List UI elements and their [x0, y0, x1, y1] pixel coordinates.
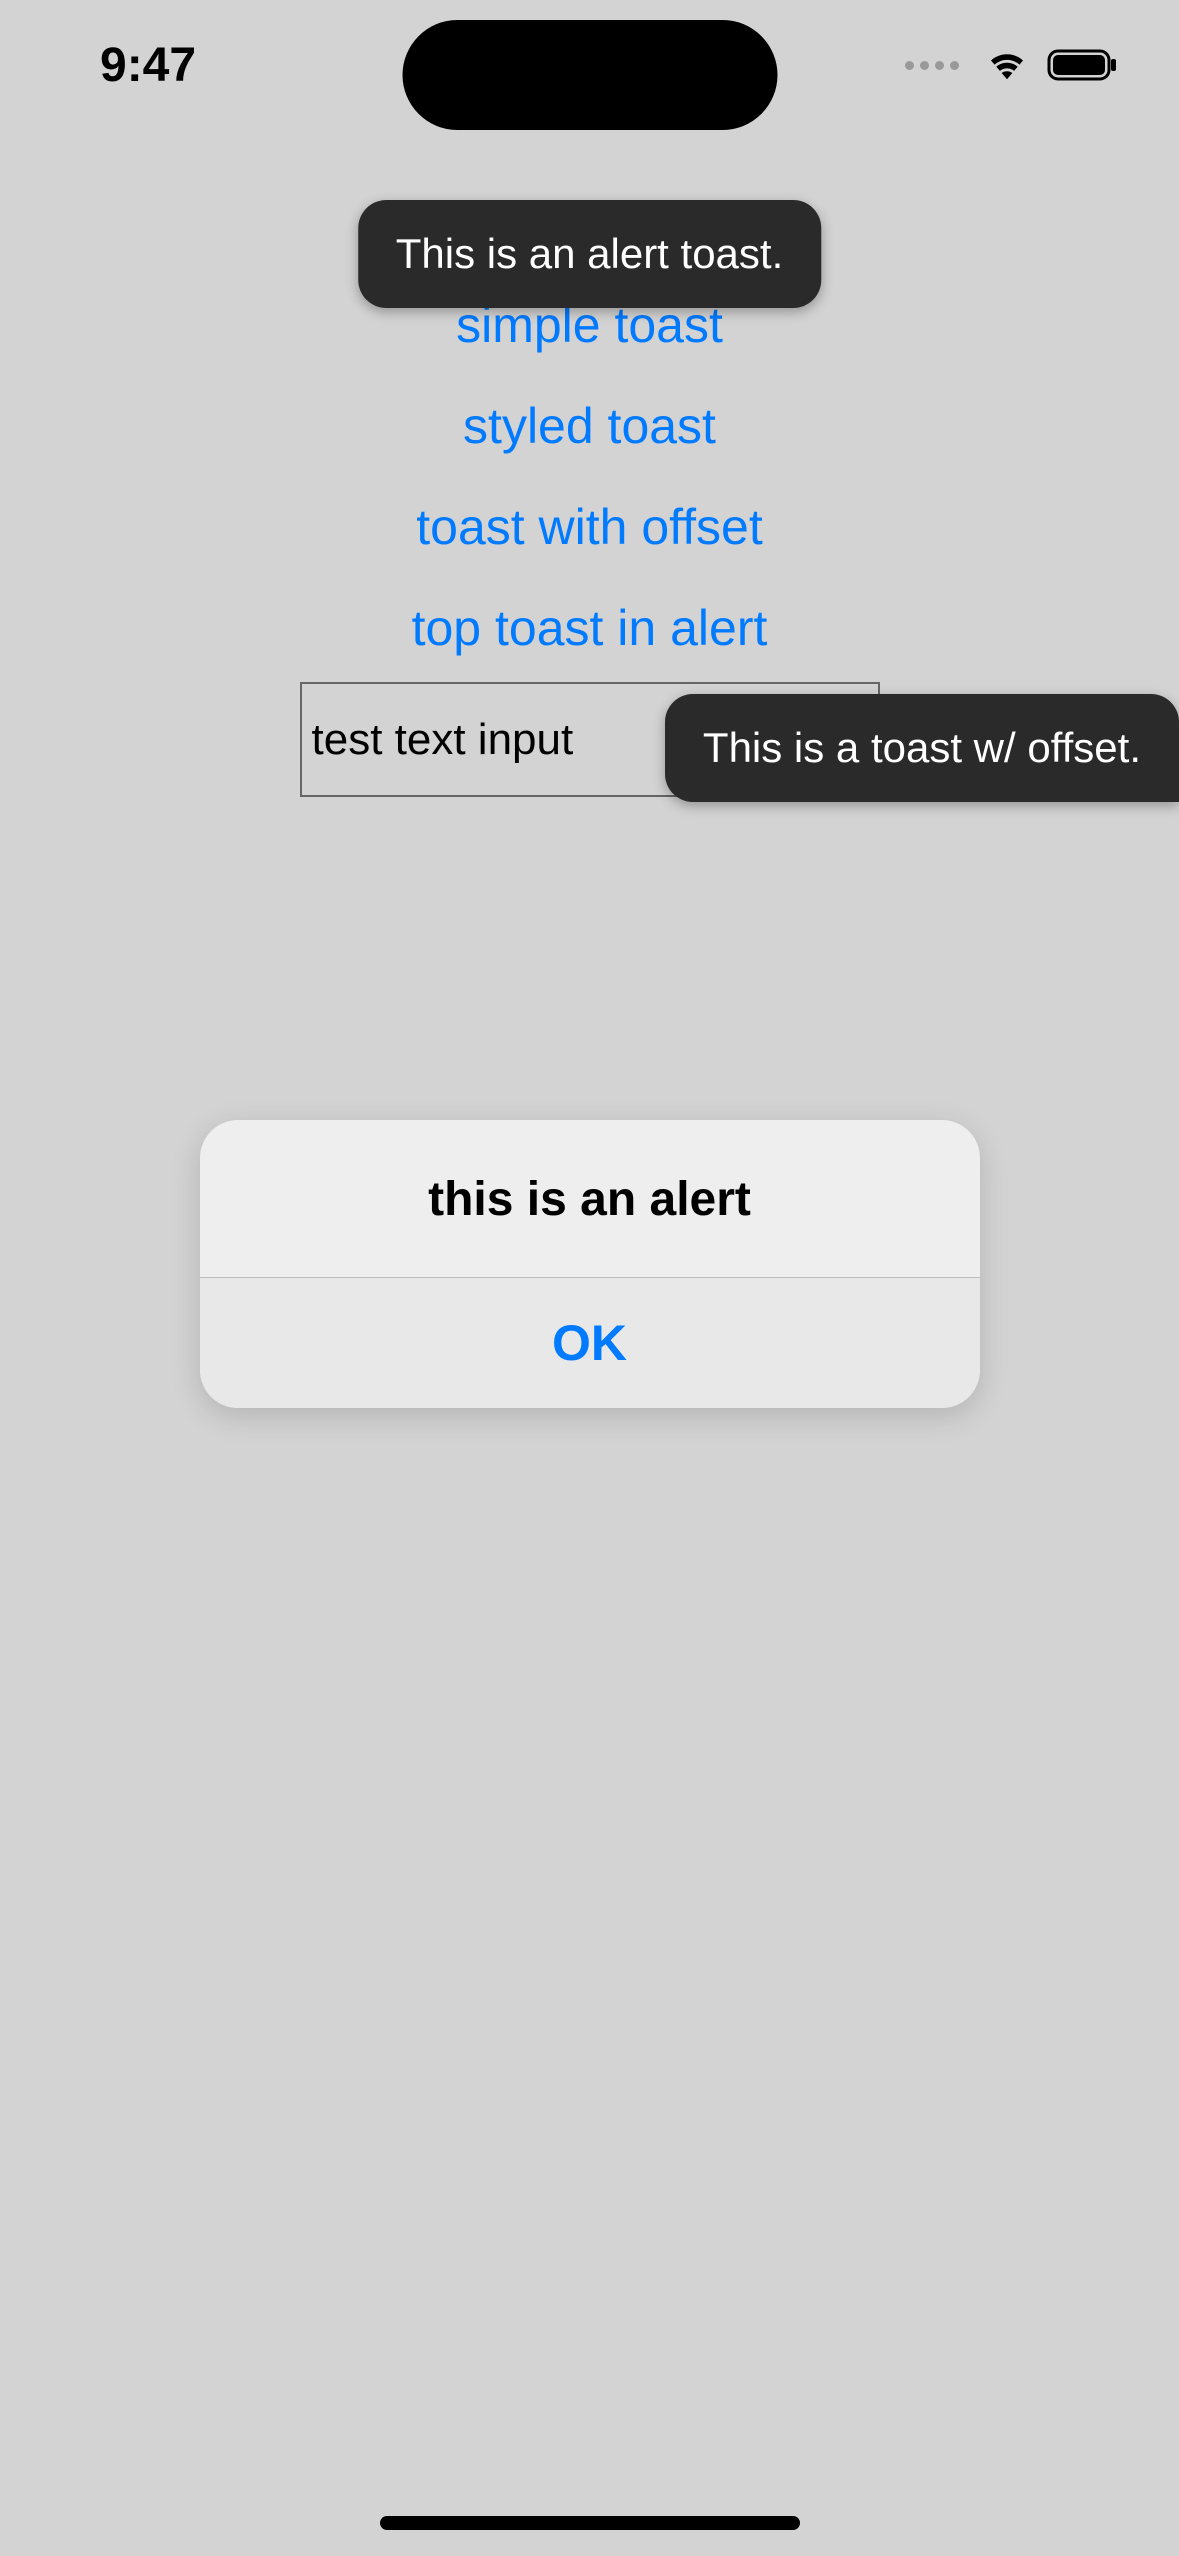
alert-toast-text: This is an alert toast. [396, 230, 784, 277]
alert-dialog: this is an alert OK [200, 1120, 980, 1408]
home-indicator[interactable] [380, 2516, 800, 2530]
battery-icon [1047, 47, 1119, 83]
status-time: 9:47 [100, 38, 196, 93]
wifi-icon [985, 49, 1029, 81]
alert-title: this is an alert [200, 1120, 980, 1277]
offset-toast: This is a toast w/ offset. [665, 694, 1179, 802]
toast-with-offset-button[interactable]: toast with offset [416, 498, 762, 556]
alert-toast: This is an alert toast. [358, 200, 822, 308]
status-icons [905, 47, 1119, 83]
top-toast-in-alert-button[interactable]: top toast in alert [412, 599, 768, 657]
notch [402, 20, 777, 130]
styled-toast-button[interactable]: styled toast [463, 397, 716, 455]
cellular-dots-icon [905, 61, 959, 70]
alert-ok-button[interactable]: OK [200, 1278, 980, 1408]
offset-toast-text: This is a toast w/ offset. [703, 724, 1141, 771]
